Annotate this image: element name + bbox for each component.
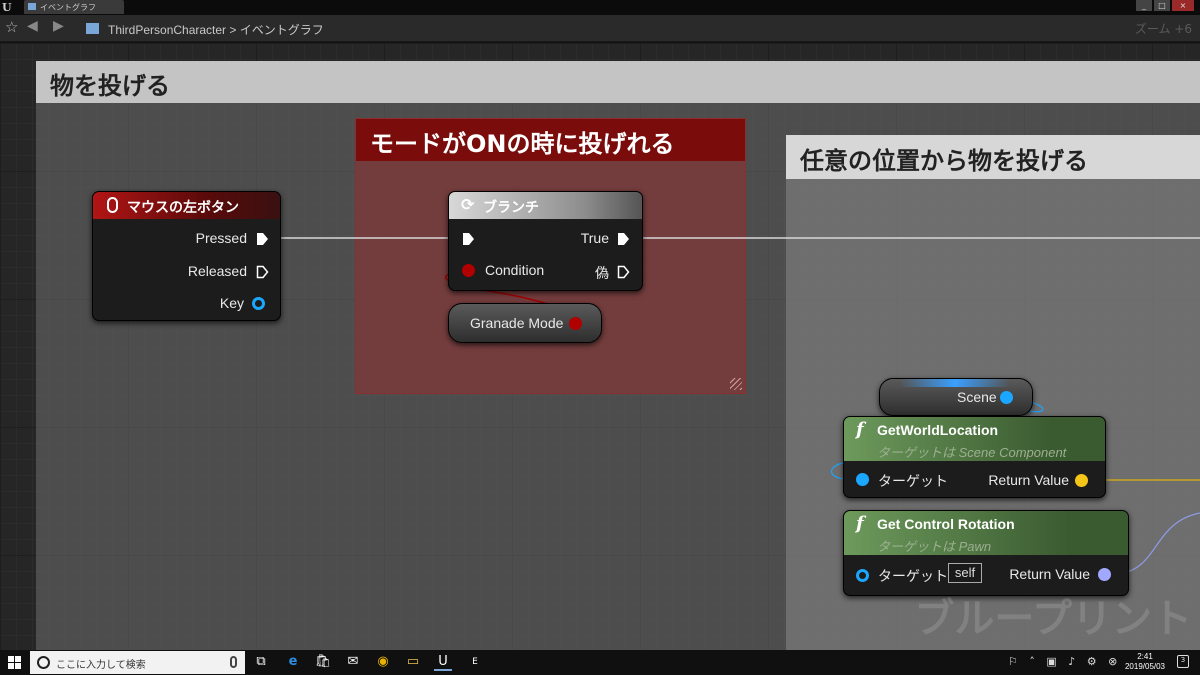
self-default-value: self [948, 563, 982, 583]
tab-label: イベントグラフ [40, 3, 96, 12]
selection-glow [900, 379, 1010, 387]
key-pin-icon[interactable] [252, 297, 265, 310]
star-icon[interactable]: ☆ [5, 18, 18, 36]
node-mouse-left-button[interactable]: マウスの左ボタン Pressed Released Key [92, 191, 281, 321]
node-get-control-rotation[interactable]: f Get Control Rotation ターゲットは Pawn ターゲット… [843, 510, 1129, 596]
pin-label-return: Return Value [988, 472, 1069, 488]
function-icon: f [856, 419, 864, 440]
minimize-button[interactable]: _ [1136, 0, 1152, 11]
graph-icon [86, 23, 99, 34]
unreal-logo-icon: U [2, 1, 12, 14]
bool-pin-icon[interactable] [569, 317, 582, 330]
pin-label-target: ターゲット [878, 568, 948, 584]
clock-time: 2:41 [1137, 652, 1153, 661]
target-pin-icon[interactable] [856, 473, 869, 486]
forward-arrow-icon[interactable]: ▶ [53, 18, 64, 34]
pin-label-key: Key [219, 295, 244, 311]
node-subtitle: ターゲットは Scene Component [877, 445, 1067, 460]
maximize-button[interactable]: □ [1154, 0, 1170, 11]
exec-pin-true-icon[interactable] [617, 232, 630, 246]
node-get-world-location[interactable]: f GetWorldLocation ターゲットは Scene Componen… [843, 416, 1106, 498]
pin-label-pressed: Pressed [195, 230, 247, 246]
object-pin-icon[interactable] [1000, 391, 1013, 404]
vector-pin-icon[interactable] [1075, 474, 1088, 487]
node-header [449, 192, 642, 219]
rotator-pin-icon[interactable] [1098, 568, 1111, 581]
back-arrow-icon[interactable]: ◀ [27, 18, 38, 34]
condition-pin-icon[interactable] [462, 264, 475, 277]
task-view-icon[interactable]: ⧉ [252, 653, 270, 671]
node-granade-mode-variable[interactable]: Granade Mode [448, 303, 602, 343]
cortana-icon [37, 656, 50, 669]
exec-pin-released-icon[interactable] [256, 265, 269, 279]
chrome-icon[interactable]: ◉ [374, 653, 392, 671]
tab-event-graph[interactable]: イベントグラフ [24, 0, 124, 14]
clock-date: 2019/05/03 [1124, 662, 1166, 671]
window-controls: _ □ × [1136, 0, 1194, 11]
zoom-level: ズーム +6 [1134, 22, 1192, 36]
blueprint-graph-canvas[interactable]: 物を投げる モードがONの時に投げれる 任意の位置から物を投げる マウスの左ボタ… [0, 43, 1200, 650]
variable-label: Scene [957, 389, 997, 405]
taskbar-search-input[interactable]: ここに入力して検索 [30, 651, 245, 674]
epic-games-icon[interactable]: E [466, 653, 484, 671]
store-icon[interactable]: 🛍 [314, 653, 332, 671]
exec-pin-pressed-icon[interactable] [256, 232, 269, 246]
mail-icon[interactable]: ✉ [344, 653, 362, 671]
function-icon: f [856, 513, 864, 534]
windows-taskbar: ここに入力して検索 ⧉ e 🛍 ✉ ◉ ▭ U E ⚐ ˄ ▣ ♪ ⚙ ⊗ 2:… [0, 650, 1200, 675]
pin-label-return: Return Value [1009, 566, 1090, 582]
notification-icon[interactable]: 3 [1177, 655, 1189, 668]
node-title: マウスの左ボタン [127, 199, 239, 215]
branch-icon: ⟳ [461, 195, 475, 214]
blueprint-icon [28, 3, 36, 10]
system-tray[interactable]: ⚐ ˄ ▣ ♪ ⚙ ⊗ [1008, 655, 1121, 668]
node-title: ブランチ [483, 199, 539, 215]
blueprint-watermark: ブループリント [914, 596, 1192, 642]
pin-label-released: Released [187, 263, 247, 279]
variable-label: Granade Mode [470, 315, 564, 331]
windows-start-icon[interactable] [8, 656, 21, 669]
mouse-icon [107, 197, 118, 213]
exec-pin-false-icon[interactable] [617, 265, 630, 279]
window-titlebar: U イベントグラフ _ □ × [0, 0, 1200, 15]
node-branch[interactable]: ⟳ ブランチ True Condition 偽 [448, 191, 643, 291]
taskbar-clock[interactable]: 2:41 2019/05/03 [1124, 652, 1166, 672]
node-title: Get Control Rotation [877, 516, 1015, 532]
file-explorer-icon[interactable]: ▭ [404, 653, 422, 671]
close-button[interactable]: × [1172, 0, 1194, 11]
exec-pin-in-icon[interactable] [462, 232, 475, 246]
graph-toolbar: ☆ ◀ ▶ ThirdPersonCharacter > イベントグラフ ズーム… [0, 15, 1200, 42]
node-scene-variable[interactable]: Scene [879, 378, 1033, 416]
target-pin-icon[interactable] [856, 569, 869, 582]
edge-icon[interactable]: e [284, 653, 302, 671]
pin-label-true: True [580, 230, 609, 246]
unreal-engine-icon[interactable]: U [434, 653, 452, 671]
microphone-icon[interactable] [230, 656, 237, 668]
pin-label-false: 偽 [595, 265, 609, 281]
search-placeholder: ここに入力して検索 [56, 660, 146, 671]
pin-label-condition: Condition [485, 262, 545, 278]
node-subtitle: ターゲットは Pawn [877, 539, 992, 554]
node-title: GetWorldLocation [877, 422, 999, 438]
breadcrumb[interactable]: ThirdPersonCharacter > イベントグラフ [108, 21, 324, 38]
pin-label-target: ターゲット [878, 473, 948, 489]
